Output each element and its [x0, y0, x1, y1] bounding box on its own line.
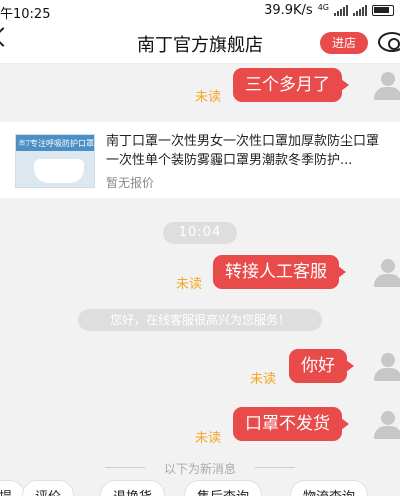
network-type: 4G [317, 3, 329, 12]
product-title[interactable]: 南丁口罩一次性男女一次性口罩加厚款防尘口罩一次性单个装防雾霾口罩男潮款冬季防护.… [106, 132, 391, 170]
message-bubble[interactable]: 你好 [289, 349, 354, 383]
product-image[interactable]: 专注呼吸防护口罩 南丁 [15, 134, 95, 188]
quick-action-chip[interactable]: 物流查询 [290, 480, 369, 496]
unread-status: 未读 [195, 90, 222, 105]
signal-2-icon [353, 5, 367, 16]
time-divider: 10:04 [163, 222, 237, 244]
new-messages-divider: 以下为新消息 [0, 457, 400, 477]
system-message: 您好，在线客服很高兴为您服务！ [78, 309, 322, 331]
signal-icon [334, 5, 348, 16]
unread-status: 未读 [250, 372, 277, 387]
chat-header: 南丁官方旗舰店 进店 [0, 22, 400, 64]
battery-icon [372, 5, 394, 16]
product-price: 暂无报价 [106, 176, 155, 190]
new-messages-label: 以下为新消息 [163, 462, 236, 476]
quick-action-chip[interactable]: 评价 [22, 480, 75, 496]
network-speed: 39.9K/s [264, 3, 313, 18]
user-avatar[interactable] [374, 353, 400, 381]
status-bar: 午10:25 39.9K/s 4G [0, 0, 400, 22]
unread-status: 未读 [176, 277, 203, 292]
message-bubble[interactable]: 口罩不发货 [233, 407, 349, 441]
enter-shop-button[interactable]: 进店 [320, 32, 368, 54]
quick-action-chip[interactable]: 退换货 [100, 480, 166, 496]
message-bubble[interactable]: 转接人工客服 [213, 255, 346, 289]
brand-logo: 南丁 [19, 140, 32, 147]
unread-status: 未读 [195, 431, 222, 446]
product-card[interactable]: 专注呼吸防护口罩 南丁 南丁口罩一次性男女一次性口罩加厚款防尘口罩一次性单个装防… [0, 122, 400, 198]
mask-image [34, 159, 84, 183]
quick-actions-bar: 提 评价 退换货 售后查询 物流查询 [0, 480, 400, 496]
user-avatar[interactable] [374, 72, 400, 100]
user-avatar[interactable] [374, 411, 400, 439]
product-image-caption: 专注呼吸防护口罩 [30, 139, 94, 148]
eye-icon[interactable] [378, 32, 400, 52]
status-icons: 39.9K/s 4G [264, 3, 394, 18]
message-bubble[interactable]: 三个多月了 [233, 68, 349, 102]
quick-action-chip[interactable]: 售后查询 [184, 480, 263, 496]
clock: 午10:25 [0, 7, 51, 22]
user-avatar[interactable] [374, 259, 400, 287]
